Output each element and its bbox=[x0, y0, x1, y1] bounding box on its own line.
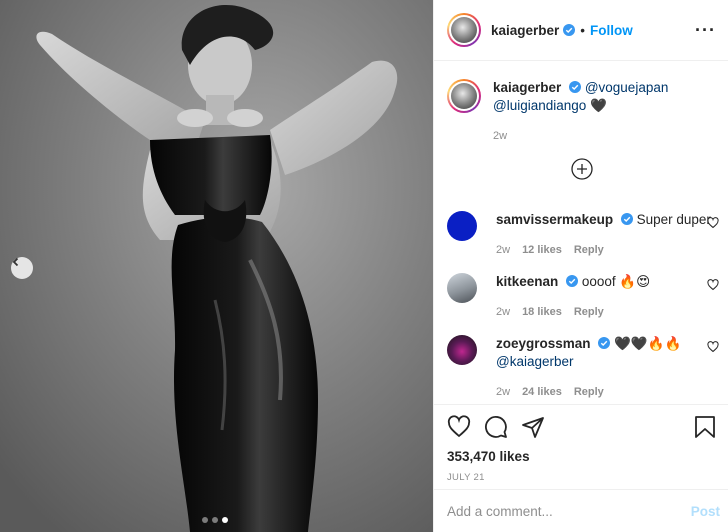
verified-badge-icon bbox=[563, 24, 576, 36]
comment-text: Super duper bbox=[636, 212, 711, 227]
paper-plane-icon[interactable] bbox=[521, 415, 545, 439]
author-avatar[interactable] bbox=[447, 13, 481, 47]
comment-username[interactable]: kitkeenan bbox=[496, 274, 558, 289]
more-options-button[interactable]: ··· bbox=[695, 20, 716, 41]
bookmark-icon[interactable] bbox=[694, 415, 716, 439]
verified-badge-icon bbox=[620, 213, 633, 225]
comment-item: kitkeenan oooof 🔥😍 2w 18 likes Reply bbox=[447, 273, 719, 321]
verified-badge-icon bbox=[566, 275, 579, 287]
caption-emoji: 🖤 bbox=[590, 98, 607, 113]
post-comment-button[interactable]: Post bbox=[691, 504, 720, 519]
comment-likes[interactable]: 24 likes bbox=[522, 383, 562, 401]
heart-icon[interactable] bbox=[707, 279, 719, 291]
post-header: kaiagerber • Follow ··· bbox=[434, 0, 728, 61]
comment-mention[interactable]: @kaiagerber bbox=[496, 354, 574, 369]
separator-dot: • bbox=[580, 22, 586, 38]
comment-age[interactable]: 2w bbox=[496, 383, 510, 401]
comment-age[interactable]: 2w bbox=[496, 241, 510, 259]
commenter-avatar[interactable] bbox=[447, 335, 477, 365]
post-caption: kaiagerber @voguejapan @luigiandiango 🖤 … bbox=[447, 79, 714, 145]
commenter-avatar[interactable] bbox=[447, 273, 477, 303]
comment-icon[interactable] bbox=[484, 415, 508, 439]
post-date[interactable]: JULY 21 bbox=[447, 472, 716, 483]
plus-circle-icon[interactable] bbox=[571, 158, 593, 180]
carousel-dot-active bbox=[222, 517, 228, 523]
heart-icon[interactable] bbox=[707, 217, 719, 229]
comment-likes[interactable]: 12 likes bbox=[522, 241, 562, 259]
post-photo[interactable] bbox=[0, 0, 433, 532]
follow-button[interactable]: Follow bbox=[590, 23, 633, 38]
carousel-dot bbox=[202, 517, 208, 523]
carousel-dot bbox=[212, 517, 218, 523]
comments-section: kaiagerber @voguejapan @luigiandiango 🖤 … bbox=[434, 61, 728, 404]
commenter-avatar[interactable] bbox=[447, 211, 477, 241]
comment-username[interactable]: zoeygrossman bbox=[496, 336, 591, 351]
carousel-prev-button[interactable] bbox=[11, 257, 33, 279]
caption-avatar[interactable] bbox=[447, 79, 481, 113]
reply-button[interactable]: Reply bbox=[574, 241, 604, 259]
add-comment-bar: Add a comment... Post bbox=[434, 489, 728, 532]
post-side-panel: kaiagerber • Follow ··· kaiagerber @vogu… bbox=[433, 0, 728, 532]
chevron-left-icon bbox=[12, 257, 19, 267]
photo-illustration bbox=[0, 0, 433, 532]
heart-icon[interactable] bbox=[707, 341, 719, 353]
comment-item: samvissermakeup Super duper 2w 12 likes … bbox=[447, 211, 719, 259]
caption-age[interactable]: 2w bbox=[493, 127, 507, 145]
verified-badge-icon bbox=[598, 337, 611, 349]
add-comment-input[interactable]: Add a comment... bbox=[447, 504, 691, 519]
comment-item: zoeygrossman 🖤🖤🔥🔥 @kaiagerber 2w 24 like… bbox=[447, 335, 719, 401]
comment-text: oooof 🔥😍 bbox=[581, 274, 651, 289]
caption-username[interactable]: kaiagerber bbox=[493, 80, 561, 95]
comment-likes[interactable]: 18 likes bbox=[522, 303, 562, 321]
reply-button[interactable]: Reply bbox=[574, 303, 604, 321]
comment-age[interactable]: 2w bbox=[496, 303, 510, 321]
reply-button[interactable]: Reply bbox=[574, 383, 604, 401]
author-username[interactable]: kaiagerber bbox=[491, 23, 559, 38]
likes-count[interactable]: 353,470 likes bbox=[447, 449, 716, 464]
comment-username[interactable]: samvissermakeup bbox=[496, 212, 613, 227]
heart-icon[interactable] bbox=[447, 415, 471, 439]
post-actions: 353,470 likes JULY 21 bbox=[434, 404, 728, 489]
comment-text: 🖤🖤🔥🔥 bbox=[614, 336, 682, 351]
carousel-indicator bbox=[202, 517, 228, 523]
verified-badge-icon bbox=[569, 81, 582, 93]
